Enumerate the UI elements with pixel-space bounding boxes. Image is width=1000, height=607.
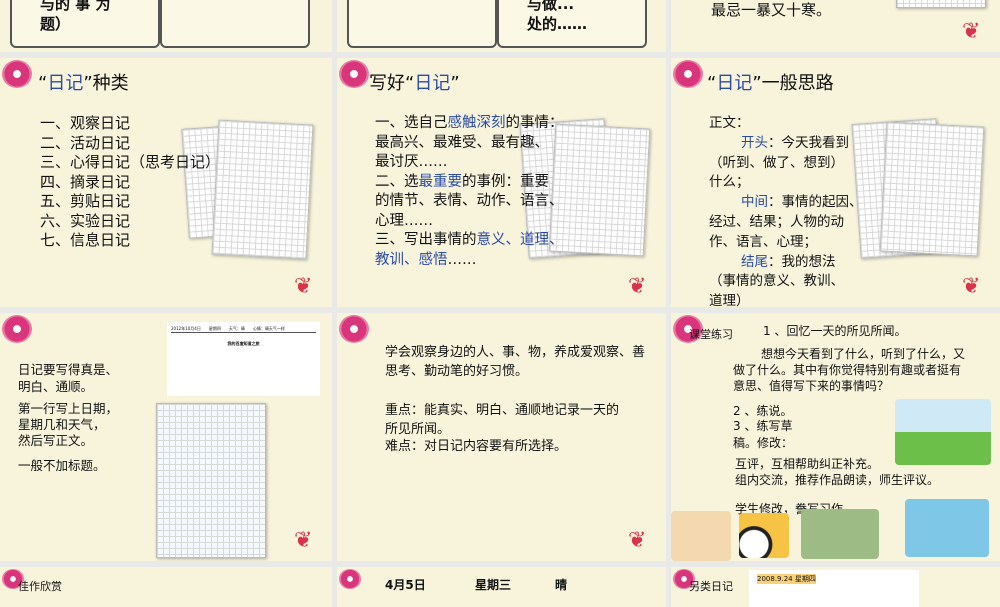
- drawn-diary-image: 2008.9.24 星期四: [749, 570, 919, 607]
- slide-text: 与的 事 为 题）: [40, 0, 111, 33]
- list-item: 四、摘录日记: [40, 172, 131, 191]
- slide-thumbnail-4[interactable]: “日记”种类 一、观察日记 二、活动日记 三、心得日记（思考日记） 四、摘录日记…: [0, 58, 332, 307]
- list-item: 五、剪贴日记: [40, 192, 131, 210]
- slide-text: 一般不加标题。: [18, 458, 106, 473]
- slide-text: 学会观察身边的人、事、物，养成爱观察、善思考、勤动笔的好习惯。: [385, 345, 646, 379]
- notebook-image: [347, 0, 497, 48]
- notebook-image: [160, 0, 310, 48]
- slide-text: 日记要写得真是、 明白、通顺。: [18, 362, 119, 394]
- list-item: 二、活动日记: [40, 133, 131, 152]
- slide-title: 写好“日记”: [369, 73, 460, 94]
- slide-title: “日记”一般思路: [707, 73, 834, 94]
- butterfly-icon: ❦: [962, 19, 981, 44]
- list-item: 六、实验日记: [40, 211, 131, 230]
- slide-text: 与做... 处的……: [527, 0, 588, 33]
- slide-body: 一、选自己感触深刻的事情： 最高兴、最难受、最有趣、 最讨厌…… 二、选最重要的事…: [375, 115, 564, 268]
- slide-text: 想想今天看到了什么，听到了什么，又做了什么。其中有你觉得特别有趣或者挺有意思、值…: [733, 347, 966, 393]
- paper-image: [879, 121, 985, 257]
- slide-thumbnail-8[interactable]: 学会观察身边的人、事、物，养成爱观察、善思考、勤动笔的好习惯。 重点：能真实、明…: [337, 313, 666, 561]
- sample-diary-image: 2012年10月4日 星期四 天气：晴 心情：晴天气一样 我的百度知道之旅: [167, 322, 320, 396]
- butterfly-icon: ❦: [628, 274, 647, 299]
- diary-date-note: 2008.9.24 星期四: [757, 574, 816, 584]
- flower-decoration-icon: [339, 315, 369, 343]
- slide-label: 佳作欣赏: [18, 580, 62, 593]
- slide-thumbnail-6[interactable]: “日记”一般思路 正文： 开头：今天我看到 （听到、做了、想到） 什么； 中间：事…: [671, 58, 1000, 307]
- slide-thumbnail-2[interactable]: 与做... 处的……: [337, 0, 666, 52]
- slide-thumbnail-11[interactable]: 4月5日 星期三 晴: [337, 567, 666, 607]
- slide-body: 正文： 开头：今天我看到 （听到、做了、想到） 什么； 中间：事情的起因、 经过、…: [709, 115, 863, 307]
- diary-type-list: 一、观察日记 二、活动日记 三、心得日记（思考日记） 四、摘录日记 五、剪贴日记…: [40, 114, 220, 251]
- slide-text: 难点：对日记内容要有所选择。: [385, 439, 568, 454]
- slide-text: 重点：能真实、明白、通顺地记录一天的所见所闻。: [385, 403, 620, 437]
- list-item: 一、观察日记: [40, 114, 131, 132]
- slide-thumbnail-9[interactable]: 课堂练习 1 、回忆一天的所见所闻。 想想今天看到了什么，听到了什么，又做了什么…: [671, 313, 1000, 561]
- girl-watching-ants-image: [895, 399, 991, 465]
- slide-thumbnail-1[interactable]: 与的 事 为 题）: [0, 0, 332, 52]
- slide-thumbnail-7[interactable]: 日记要写得真是、 明白、通顺。 第一行写上日期， 星期几和天气， 然后写正文。 …: [0, 313, 332, 561]
- slide-weekday: 星期三: [475, 578, 512, 592]
- slide-thumbnail-5[interactable]: 写好“日记” 一、选自己感触深刻的事情： 最高兴、最难受、最有趣、 最讨厌…… 二…: [337, 58, 666, 307]
- slide-date: 4月5日: [385, 578, 426, 592]
- paper-image: [211, 119, 314, 260]
- slide-label: 另类日记: [689, 580, 733, 593]
- butterfly-icon: ❦: [294, 528, 313, 553]
- flower-decoration-icon: [339, 569, 361, 589]
- slide-weather: 晴: [555, 578, 568, 592]
- flower-decoration-icon: [339, 60, 369, 88]
- slide-text: 1 、回忆一天的所见所闻。: [763, 324, 907, 338]
- slide-text: 第一行写上日期， 星期几和天气， 然后写正文。: [18, 401, 119, 448]
- gardening-image: [801, 509, 879, 559]
- flower-decoration-icon: [2, 315, 32, 343]
- soccer-boy-image: [739, 513, 789, 558]
- flower-decoration-icon: [673, 60, 703, 88]
- slide-text: 3 、练写草稿。修改：: [733, 419, 794, 450]
- slide-label: 课堂练习: [689, 328, 733, 341]
- slide-title: “日记”种类: [38, 73, 129, 94]
- child-computer-image: [671, 511, 731, 561]
- paper-image: [896, 0, 986, 8]
- slide-thumbnail-10[interactable]: 佳作欣赏: [0, 567, 332, 607]
- flower-decoration-icon: [2, 60, 32, 88]
- handwritten-diary-image: [156, 403, 266, 558]
- list-item: 三、心得日记（思考日记）: [40, 153, 221, 171]
- paper-image: [548, 123, 651, 257]
- butterfly-icon: ❦: [628, 528, 647, 553]
- slide-thumbnail-12[interactable]: 另类日记 2008.9.24 星期四: [671, 567, 1000, 607]
- butterfly-icon: ❦: [962, 274, 981, 299]
- slide-thumbnail-3[interactable]: 最忌一暴又十寒。 ❦: [671, 0, 1000, 52]
- slide-text: 最忌一暴又十寒。: [711, 1, 832, 19]
- list-item: 七、信息日记: [40, 231, 131, 249]
- slide-text: 组内交流，推荐作品朗读，师生评议。: [735, 473, 940, 487]
- swimming-image: [905, 499, 989, 557]
- butterfly-icon: ❦: [294, 274, 313, 299]
